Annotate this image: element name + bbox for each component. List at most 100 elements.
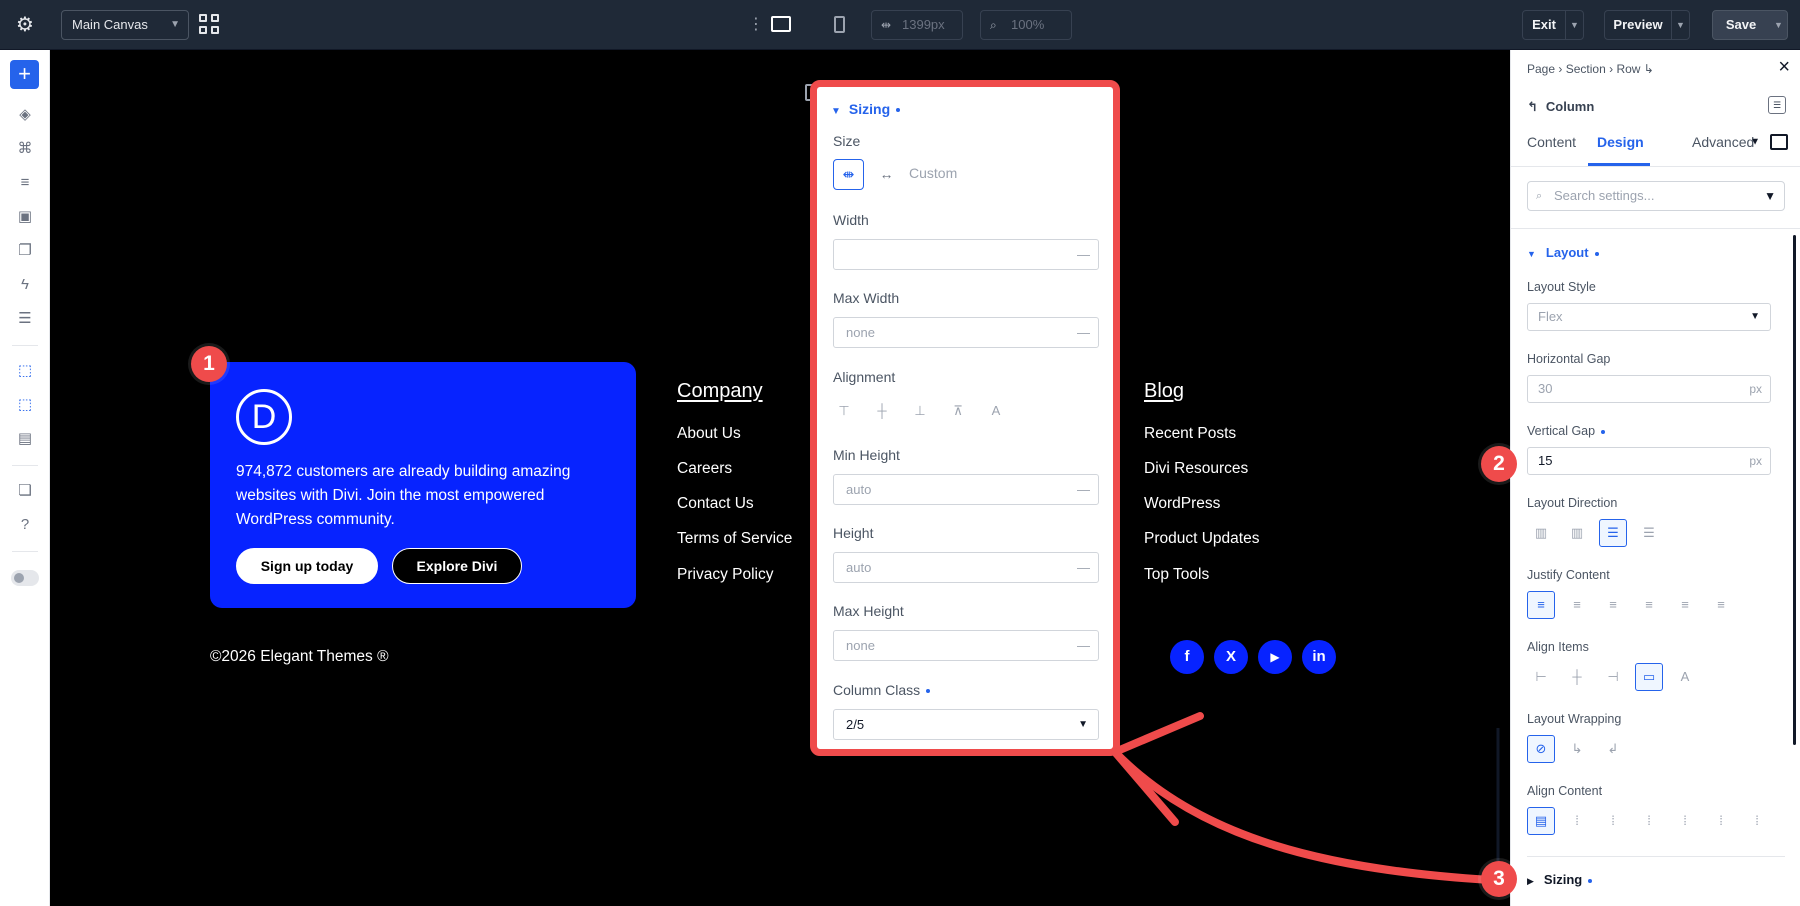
responsive-icon[interactable]: ▤ bbox=[15, 430, 35, 448]
explore-divi-button[interactable]: Explore Divi bbox=[392, 548, 522, 584]
justify-evenly-icon[interactable]: ≡ bbox=[1707, 591, 1735, 619]
exit-button[interactable]: Exit ▼ bbox=[1522, 10, 1584, 40]
align-items-stretch-icon[interactable]: ▭ bbox=[1635, 663, 1663, 691]
footer-link[interactable]: Divi Resources bbox=[1144, 460, 1248, 478]
back-icon[interactable]: ↰ bbox=[1527, 99, 1538, 114]
database-icon[interactable]: ≡ bbox=[15, 174, 35, 192]
breadcrumb-row[interactable]: Row bbox=[1616, 62, 1640, 76]
horizontal-gap-input[interactable]: 30 px bbox=[1527, 375, 1771, 403]
search-settings-input[interactable]: ⌕ Search settings... ▼ bbox=[1527, 181, 1785, 211]
close-icon[interactable]: × bbox=[1778, 56, 1790, 79]
presets-icon[interactable]: ⌘ bbox=[15, 140, 35, 158]
layers-icon[interactable]: ◈ bbox=[15, 106, 35, 124]
help-icon[interactable]: ? bbox=[15, 516, 35, 534]
sizing-section-heading[interactable]: ▶ Sizing bbox=[1527, 872, 1593, 887]
align-items-end-icon[interactable]: ⊣ bbox=[1599, 663, 1627, 691]
more-vertical-icon[interactable]: ⋮ bbox=[748, 14, 764, 36]
direction-column-icon[interactable]: ☰ bbox=[1599, 519, 1627, 547]
footer-link[interactable]: Terms of Service bbox=[677, 530, 792, 548]
tab-content[interactable]: Content bbox=[1527, 134, 1576, 150]
align-items-start-icon[interactable]: ⊢ bbox=[1527, 663, 1555, 691]
width-input[interactable]: — bbox=[833, 239, 1099, 270]
footer-link[interactable]: Careers bbox=[677, 460, 732, 478]
breadcrumb-section[interactable]: Section bbox=[1566, 62, 1606, 76]
footer-link[interactable]: About Us bbox=[677, 425, 741, 443]
portability-icon[interactable]: ❏ bbox=[15, 482, 35, 500]
footer-link[interactable]: Contact Us bbox=[677, 495, 754, 513]
justify-around-icon[interactable]: ≡ bbox=[1671, 591, 1699, 619]
align-stretch-icon[interactable]: ⊼ bbox=[947, 400, 969, 422]
footer-link[interactable]: Top Tools bbox=[1144, 566, 1209, 584]
sign-up-button[interactable]: Sign up today bbox=[236, 548, 378, 584]
pages-icon[interactable]: ❐ bbox=[15, 242, 35, 260]
youtube-icon[interactable]: ▶ bbox=[1258, 640, 1292, 674]
preview-button[interactable]: Preview ▼ bbox=[1604, 10, 1690, 40]
sizing-heading[interactable]: ▼ Sizing bbox=[831, 101, 901, 117]
height-input[interactable]: auto — bbox=[833, 552, 1099, 583]
wrap-icon[interactable]: ↳ bbox=[1563, 735, 1591, 763]
align-baseline-icon[interactable]: A bbox=[985, 400, 1007, 422]
justify-end-icon[interactable]: ≡ bbox=[1599, 591, 1627, 619]
align-content-end-icon[interactable]: ⁞ bbox=[1599, 807, 1627, 835]
footer-link[interactable]: Recent Posts bbox=[1144, 425, 1236, 443]
no-wrap-icon[interactable]: ⊘ bbox=[1527, 735, 1555, 763]
layout-style-select[interactable]: Flex ▼ bbox=[1527, 303, 1771, 331]
align-content-stretch-icon[interactable]: ⁞ bbox=[1743, 807, 1771, 835]
direction-row-reverse-icon[interactable]: ▥ bbox=[1563, 519, 1591, 547]
vertical-gap-input[interactable]: 15 px bbox=[1527, 447, 1771, 475]
desktop-view-icon[interactable] bbox=[771, 16, 791, 32]
align-items-center-icon[interactable]: ┼ bbox=[1563, 663, 1591, 691]
align-top-icon[interactable]: ⊤ bbox=[833, 400, 855, 422]
filter-icon[interactable]: ▼ bbox=[1764, 182, 1776, 210]
footer-link[interactable]: Privacy Policy bbox=[677, 566, 773, 584]
grid-icon[interactable] bbox=[199, 14, 220, 35]
justify-center-icon[interactable]: ≡ bbox=[1563, 591, 1591, 619]
multi-select-icon[interactable]: ⬚ bbox=[15, 396, 35, 414]
layout-section-heading[interactable]: ▼ Layout bbox=[1527, 245, 1599, 260]
max-height-input[interactable]: none — bbox=[833, 630, 1099, 661]
size-fit-icon[interactable]: ↔ bbox=[871, 159, 902, 190]
align-content-start-icon[interactable]: ▤ bbox=[1527, 807, 1555, 835]
align-content-evenly-icon[interactable]: ⁞ bbox=[1707, 807, 1735, 835]
breadcrumb-page[interactable]: Page bbox=[1527, 62, 1555, 76]
min-height-input[interactable]: auto — bbox=[833, 474, 1099, 505]
align-middle-icon[interactable]: ┼ bbox=[871, 400, 893, 422]
max-width-input[interactable]: none — bbox=[833, 317, 1099, 348]
custom-size-option[interactable]: Custom bbox=[909, 165, 957, 181]
justify-between-icon[interactable]: ≡ bbox=[1635, 591, 1663, 619]
chevron-down-icon[interactable]: ▼ bbox=[1769, 11, 1787, 39]
footer-link[interactable]: WordPress bbox=[1144, 495, 1220, 513]
wrap-reverse-icon[interactable]: ↲ bbox=[1599, 735, 1627, 763]
tab-design[interactable]: Design bbox=[1597, 134, 1644, 150]
theme-toggle[interactable] bbox=[11, 570, 39, 586]
panel-scrollbar[interactable] bbox=[1793, 235, 1796, 745]
align-bottom-icon[interactable]: ⊥ bbox=[909, 400, 931, 422]
x-icon[interactable]: X bbox=[1214, 640, 1248, 674]
canvas-width-field[interactable]: ⇹ 1399px bbox=[871, 10, 963, 40]
align-content-around-icon[interactable]: ⁞ bbox=[1671, 807, 1699, 835]
align-content-center-icon[interactable]: ⁞ bbox=[1563, 807, 1591, 835]
linkedin-icon[interactable]: in bbox=[1302, 640, 1336, 674]
tab-options[interactable]: ▼ bbox=[1750, 134, 1788, 150]
variables-icon[interactable]: ▣ bbox=[15, 208, 35, 226]
settings-list-icon[interactable]: ☰ bbox=[15, 310, 35, 328]
tab-advanced[interactable]: Advanced bbox=[1692, 134, 1754, 150]
chevron-down-icon[interactable]: ▼ bbox=[1671, 11, 1689, 39]
save-button[interactable]: Save ▼ bbox=[1712, 10, 1788, 40]
promo-card[interactable]: D 974,872 customers are already building… bbox=[210, 362, 636, 608]
align-items-baseline-icon[interactable]: A bbox=[1671, 663, 1699, 691]
align-content-between-icon[interactable]: ⁞ bbox=[1635, 807, 1663, 835]
zoom-field[interactable]: ⌕ 100% bbox=[980, 10, 1072, 40]
phone-view-icon[interactable] bbox=[834, 16, 845, 33]
canvas-select[interactable]: Main Canvas ▼ bbox=[61, 10, 189, 40]
lightning-icon[interactable]: ϟ bbox=[15, 276, 35, 294]
justify-start-icon[interactable]: ≡ bbox=[1527, 591, 1555, 619]
direction-row-icon[interactable]: ▥ bbox=[1527, 519, 1555, 547]
size-fill-icon[interactable]: ⇼ bbox=[833, 159, 864, 190]
select-icon[interactable]: ⬚ bbox=[15, 362, 35, 380]
facebook-icon[interactable]: f bbox=[1170, 640, 1204, 674]
column-class-select[interactable]: 2/5 ▼ bbox=[833, 709, 1099, 740]
module-actions-icon[interactable]: ☰ bbox=[1768, 96, 1786, 114]
direction-column-reverse-icon[interactable]: ☰ bbox=[1635, 519, 1663, 547]
gear-icon[interactable]: ⚙ bbox=[14, 14, 36, 36]
